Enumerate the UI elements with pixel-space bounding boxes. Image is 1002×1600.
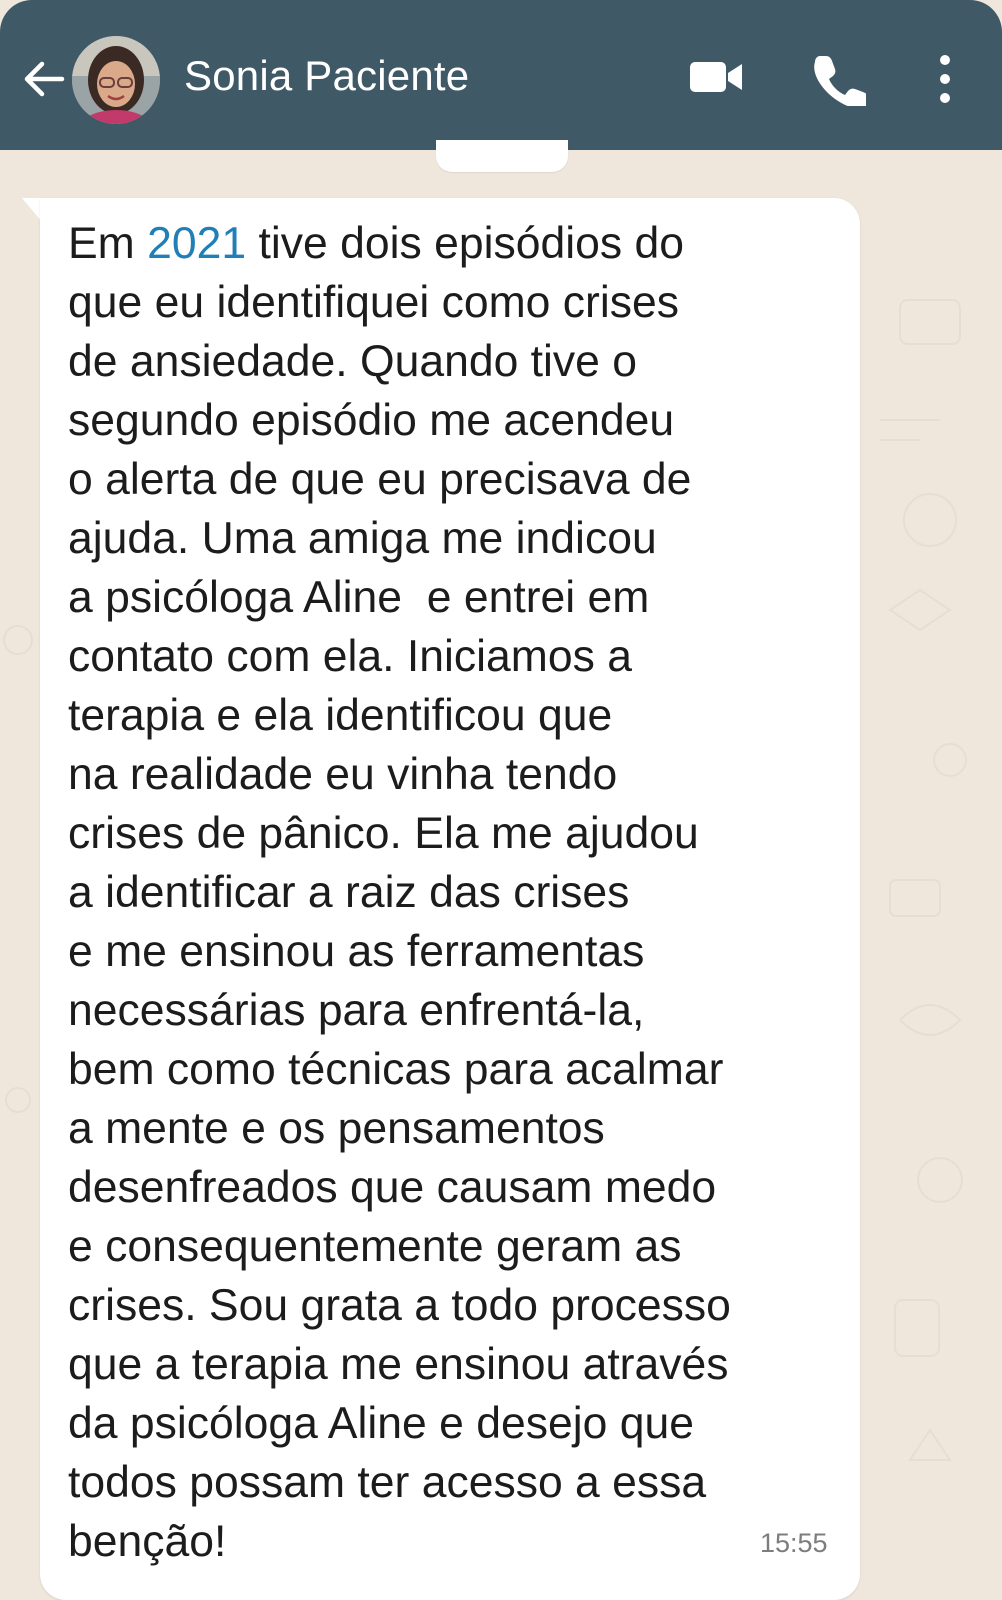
message-line: na realidade eu vinha tendo [68,750,618,799]
date-chip [436,140,568,172]
message-line: crises de pânico. Ela me ajudou [68,809,699,858]
video-call-icon[interactable] [688,52,744,102]
message-timestamp: 15:55 [760,1528,828,1558]
message-line: crises. Sou grata a todo processo [68,1281,731,1330]
message-line: bem como técnicas para acalmar [68,1045,724,1094]
message-line: Em 2021 tive dois episódios do [68,219,684,268]
contact-name[interactable]: Sonia Paciente [184,52,469,100]
message-line: e consequentemente geram as [68,1222,682,1271]
avatar[interactable] [72,36,160,124]
message-text: Em 2021 tive dois episódios do que eu id… [68,214,858,1571]
message-line: benção! [68,1517,227,1566]
back-arrow-icon[interactable] [20,56,66,102]
date-link[interactable]: 2021 [147,219,246,268]
more-options-icon[interactable] [930,52,960,106]
message-line: a identificar a raiz das crises [68,868,630,917]
message-line: o alerta de que eu precisava de [68,455,692,504]
message-line: terapia e ela identificou que [68,691,613,740]
message-line: que a terapia me ensinou através [68,1340,729,1389]
message-line: a mente e os pensamentos [68,1104,605,1153]
message-line: que eu identifiquei como crises [68,278,679,327]
message-line: necessárias para enfrentá-la, [68,986,645,1035]
message-line: da psicóloga Aline e desejo que [68,1399,694,1448]
message-line: de ansiedade. Quando tive o [68,337,638,386]
message-line: ajuda. Uma amiga me indicou [68,514,657,563]
voice-call-icon[interactable] [812,52,866,106]
message-line: e me ensinou as ferramentas [68,927,645,976]
message-line: contato com ela. Iniciamos a [68,632,632,681]
message-line: desenfreados que causam medo [68,1163,717,1212]
chat-screen: Sonia Paciente Em 2021 tive dois episódi… [0,0,1002,1600]
chat-header: Sonia Paciente [0,0,1002,150]
message-line: todos possam ter acesso a essa [68,1458,707,1507]
avatar-photo [72,36,160,124]
message-line: segundo episódio me acendeu [68,396,675,445]
bubble-tail [22,198,42,222]
message-line: a psicóloga Aline e entrei em [68,573,650,622]
